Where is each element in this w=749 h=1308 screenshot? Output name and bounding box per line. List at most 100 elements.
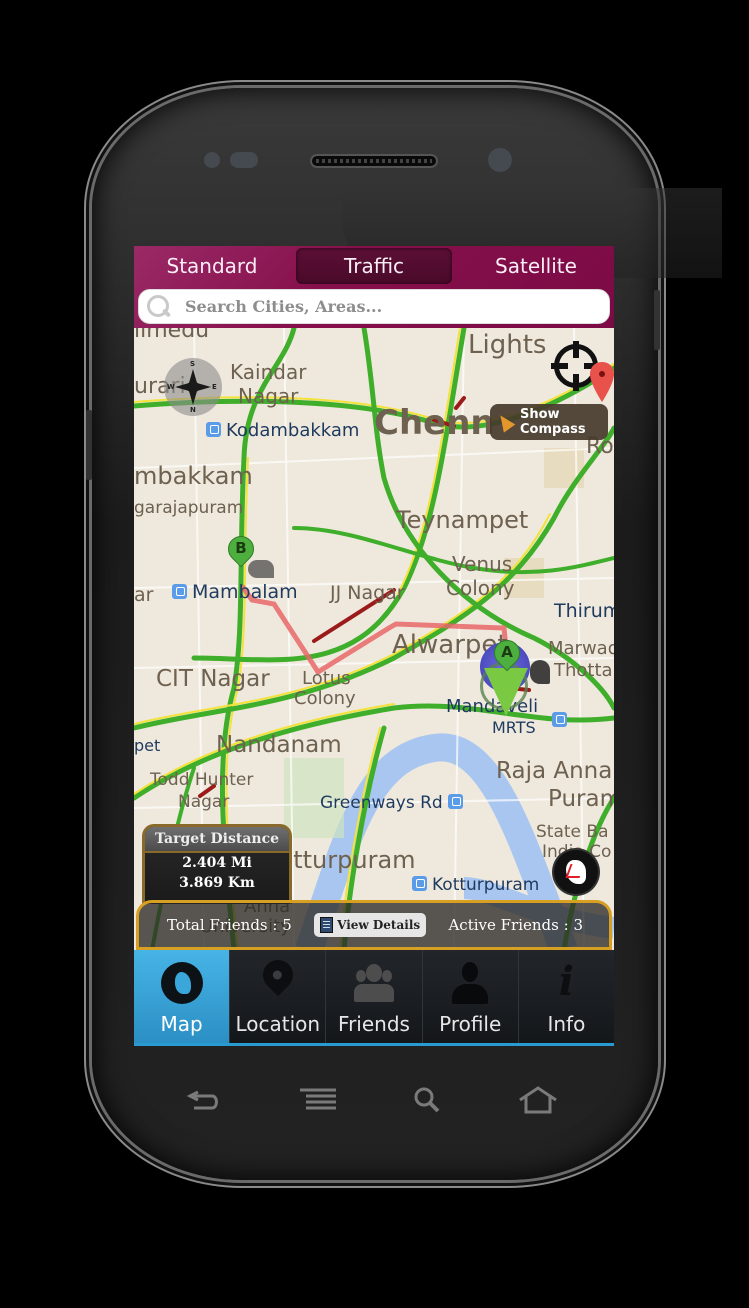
compass-letter: W	[167, 383, 175, 391]
target-distance-title: Target Distance	[145, 827, 289, 853]
nav-label: Friends	[338, 1012, 410, 1036]
compass-letter: E	[212, 383, 217, 391]
nav-label: Info	[547, 1012, 586, 1036]
map-label: Teynampet	[396, 506, 529, 534]
map-label: ar	[134, 584, 154, 606]
friends-icon	[350, 958, 398, 1008]
map-label: Chenn	[374, 403, 495, 443]
distance-miles: 2.404 Mi	[182, 855, 252, 871]
hw-home-button[interactable]	[518, 1084, 558, 1116]
nav-location[interactable]: Location	[229, 950, 325, 1043]
map-label: pet	[134, 736, 161, 755]
marker-a[interactable]: A	[488, 634, 526, 676]
metro-station-icon	[206, 422, 221, 437]
search-icon	[414, 1087, 440, 1113]
search-input[interactable]	[175, 291, 609, 322]
globe-icon	[158, 958, 206, 1008]
map-label: ilmedu	[134, 328, 210, 343]
nav-profile[interactable]: Profile	[421, 950, 518, 1043]
active-friends-count: Active Friends : 3	[448, 916, 583, 934]
map-label: Colony	[294, 688, 356, 709]
nav-map[interactable]: Map	[134, 950, 230, 1043]
marker-shadow	[248, 560, 274, 578]
map-label: State Ba	[536, 822, 609, 842]
map-label-text: Kodambakkam	[226, 420, 360, 441]
nav-info[interactable]: i Info	[517, 950, 614, 1043]
tab-label: Traffic	[343, 254, 405, 278]
map-label-text: Kotturpuram	[432, 875, 540, 895]
metro-station-icon	[448, 794, 464, 809]
map-label-text: Greenways Rd	[320, 793, 443, 813]
world-view-icon[interactable]	[554, 850, 598, 894]
front-camera	[488, 148, 512, 172]
map-label: garajapuram	[134, 498, 244, 518]
tab-label: Standard	[166, 254, 258, 278]
map-label: Todd Hunter	[150, 770, 254, 790]
earpiece-speaker	[310, 154, 438, 168]
friends-bar: Total Friends : 5 View Details Active Fr…	[136, 900, 612, 950]
tab-satellite[interactable]: Satellite	[458, 246, 614, 286]
marker-shadow	[530, 660, 550, 684]
info-icon: i	[558, 958, 574, 1005]
map-label: Mambalam	[172, 583, 298, 602]
marker-label: A	[501, 643, 513, 661]
hw-search-button[interactable]	[408, 1084, 448, 1116]
nav-label: Location	[235, 1012, 321, 1036]
map-label: Greenways Rd	[320, 794, 468, 812]
back-arrow-icon	[186, 1090, 218, 1110]
map-view[interactable]: ilmedu Lights Kaindar Nagar Kodambakkam …	[134, 328, 614, 950]
search-box	[138, 289, 610, 324]
metro-station-icon	[552, 712, 567, 727]
map-label: mbakkam	[134, 462, 253, 490]
map-label: Puram	[548, 786, 614, 812]
nav-label: Profile	[439, 1012, 502, 1036]
map-label: Nandanam	[216, 732, 342, 758]
compass-rose[interactable]: S E N W	[164, 358, 222, 416]
map-label: Colony	[446, 576, 515, 600]
map-label: Thirum	[554, 600, 614, 622]
compass-letter: S	[190, 360, 196, 368]
map-label-text: Mambalam	[192, 581, 298, 603]
map-label: Thottam	[554, 660, 614, 681]
bottom-nav: Map Location Friends Profile i Info	[134, 950, 614, 1046]
map-label: Nagar	[178, 792, 230, 812]
volume-button[interactable]	[86, 410, 92, 480]
header-bar: Standard Traffic Satellite	[134, 246, 614, 328]
metro-station-icon	[172, 584, 187, 599]
metro-station-icon	[412, 876, 427, 891]
nav-friends[interactable]: Friends	[325, 950, 421, 1043]
map-label: Lotus	[302, 668, 351, 689]
marker-label: B	[235, 539, 247, 557]
map-label: Kotturpuram	[412, 876, 539, 894]
target-distance-panel: Target Distance 2.404 Mi 3.869 Km	[142, 824, 292, 904]
location-pin-icon	[254, 953, 302, 1008]
total-friends-count: Total Friends : 5	[167, 916, 292, 934]
proximity-sensor	[204, 152, 220, 168]
view-details-label: View Details	[337, 918, 421, 932]
document-icon	[320, 917, 334, 933]
map-label: Kodambakkam	[206, 422, 359, 440]
show-compass-button[interactable]: Show Compass	[490, 404, 608, 440]
menu-lines-icon	[300, 1088, 336, 1110]
tab-traffic[interactable]: Traffic	[296, 248, 452, 284]
profile-icon	[446, 958, 494, 1008]
map-label: Venus	[452, 552, 513, 576]
view-details-button[interactable]: View Details	[314, 913, 427, 937]
tab-label: Satellite	[495, 254, 577, 278]
compass-letter: N	[190, 406, 196, 414]
light-sensor	[230, 152, 258, 168]
red-map-pin-icon[interactable]	[590, 362, 614, 402]
nav-label: Map	[160, 1012, 203, 1036]
compass-star-icon	[175, 369, 211, 405]
hw-menu-button[interactable]	[298, 1084, 338, 1116]
power-button[interactable]	[654, 290, 660, 350]
tab-standard[interactable]: Standard	[134, 246, 290, 286]
search-icon[interactable]	[141, 290, 175, 324]
map-label: CIT Nagar	[156, 666, 270, 692]
hw-back-button[interactable]	[184, 1084, 224, 1116]
map-label: Lights	[468, 330, 547, 360]
map-label: MRTS	[492, 718, 536, 737]
show-compass-label: Show Compass	[520, 407, 586, 437]
distance-km: 3.869 Km	[179, 875, 255, 891]
app-screen: Standard Traffic Satellite Search Cities…	[134, 246, 614, 1046]
